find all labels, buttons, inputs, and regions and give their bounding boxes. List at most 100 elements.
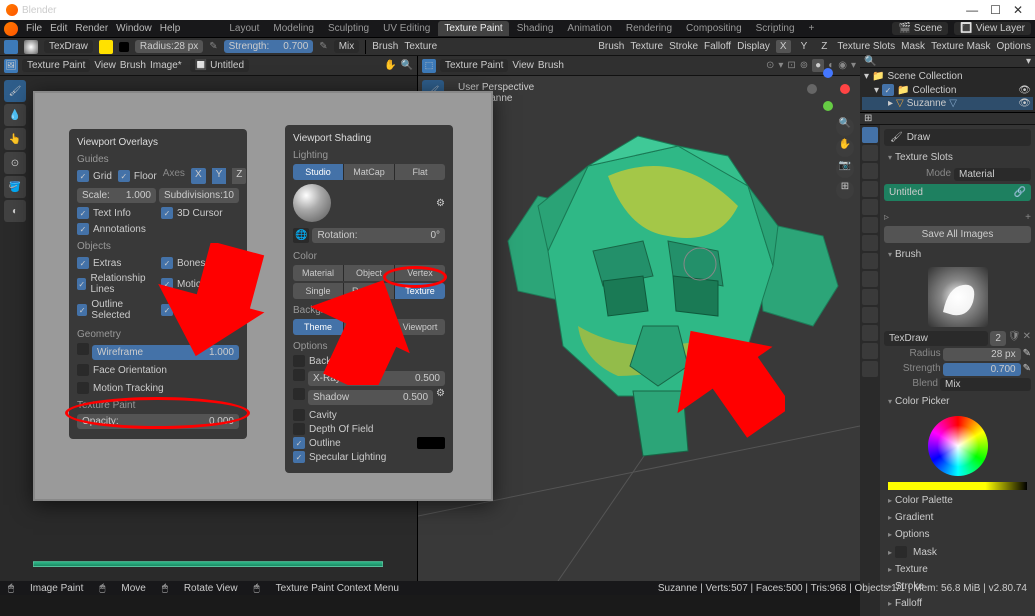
rel-check[interactable]: Relationship Lines (90, 273, 155, 295)
shadow-check[interactable] (293, 388, 305, 400)
scale-field[interactable]: Scale:1.000 (77, 188, 156, 203)
lighting-gear-icon[interactable]: ⚙ (436, 198, 445, 209)
mode-left[interactable]: Texture Paint (22, 59, 90, 72)
outliner-search-icon[interactable]: 🔍 (864, 56, 876, 67)
brush-preview[interactable] (928, 267, 988, 327)
textinfo-check[interactable]: Text Info (93, 208, 131, 219)
strength-val[interactable]: 0.700 (943, 363, 1021, 376)
menu-brush-l[interactable]: Brush (120, 60, 146, 71)
mode-right[interactable]: Texture Paint (440, 59, 508, 72)
outline-color[interactable] (417, 437, 445, 449)
menu-view-r[interactable]: View (512, 60, 534, 71)
menu-render[interactable]: Render (75, 23, 108, 34)
prop-tab-output[interactable] (862, 163, 878, 179)
fake-user-icon[interactable]: 🛡 (1008, 331, 1021, 346)
annot-check[interactable]: Annotations (93, 224, 146, 235)
brush-tool-icon[interactable] (4, 40, 18, 54)
editor-type-image[interactable]: 🖼 (4, 59, 18, 73)
add-slot-icon[interactable]: + (1025, 212, 1031, 223)
tool-clone-l[interactable]: ⊙ (4, 152, 26, 174)
color-palette-panel[interactable]: Color Palette (884, 492, 1031, 509)
prop-tab-constraint[interactable] (862, 307, 878, 323)
cursor3d-check[interactable]: 3D Cursor (177, 208, 223, 219)
prop-tab-particles[interactable] (862, 271, 878, 287)
prop-tab-render[interactable] (862, 145, 878, 161)
menu-display[interactable]: Display (737, 41, 770, 52)
sym-z[interactable]: Z (817, 40, 831, 53)
overlays-dropdown[interactable]: ▾ (778, 60, 783, 71)
tab-uv[interactable]: UV Editing (377, 21, 436, 36)
blend-val[interactable]: Mix (940, 378, 1031, 391)
editor-type-3d[interactable]: ⬚ (422, 59, 436, 73)
menu-falloff[interactable]: Falloff (704, 41, 731, 52)
lighting-matcap[interactable]: MatCap (344, 164, 395, 180)
props-type-icon[interactable]: ⊞ (864, 113, 872, 124)
sym-x[interactable]: X (776, 40, 791, 53)
extras-check[interactable]: Extras (93, 258, 121, 269)
prop-tab-modifiers[interactable] (862, 253, 878, 269)
brush-name[interactable]: TexDraw (44, 40, 93, 53)
prop-tab-object[interactable] (862, 235, 878, 251)
outliner[interactable]: ▾📁Scene Collection ▾✓📁Collection👁 ▸▽Suza… (860, 68, 1035, 113)
dof-check[interactable]: Depth Of Field (309, 424, 373, 435)
menu-texture2[interactable]: Texture (630, 41, 663, 52)
hand-icon[interactable]: ✋ (384, 60, 396, 71)
hue-bar[interactable] (888, 482, 1027, 490)
menu-help[interactable]: Help (160, 23, 181, 34)
xray-check[interactable] (293, 369, 305, 381)
floor-check[interactable]: Floor (134, 171, 157, 182)
options-panel[interactable]: Options (884, 526, 1031, 543)
lighting-studio[interactable]: Studio (293, 164, 344, 180)
color-wheel[interactable] (928, 416, 988, 476)
strength-pen-icon[interactable]: ✎ (1023, 363, 1031, 376)
blend-mode[interactable]: Mix (334, 40, 360, 53)
outline-check[interactable]: Outline Selected (91, 299, 155, 321)
nav-pan-icon[interactable]: ✋ (836, 139, 854, 157)
mask-panel[interactable]: Mask (884, 543, 1031, 561)
gradient-panel[interactable]: Gradient (884, 509, 1031, 526)
menu-texmask[interactable]: Texture Mask (931, 41, 990, 52)
subdiv-field[interactable]: Subdivisions:10 (159, 188, 239, 203)
menu-edit[interactable]: Edit (50, 23, 67, 34)
close-button[interactable]: ✕ (1013, 3, 1023, 17)
matcap-ball[interactable] (293, 184, 331, 222)
axis-z[interactable]: Z (232, 168, 246, 184)
outliner-filter-icon[interactable]: ▾ (1026, 56, 1031, 67)
menu-texture[interactable]: Texture (404, 41, 437, 52)
brush-thumb[interactable] (24, 40, 38, 54)
maximize-button[interactable]: ☐ (990, 3, 1001, 17)
link-icon[interactable]: 🔗 (1014, 187, 1026, 198)
prop-tab-active-tool[interactable] (862, 127, 878, 143)
world-toggle-icon[interactable]: 🌐 (293, 228, 309, 243)
radius-pressure-icon[interactable]: ✎ (209, 41, 217, 52)
prop-tab-scene[interactable] (862, 199, 878, 215)
shading-dropdown[interactable]: ▾ (851, 60, 856, 71)
nav-gizmo[interactable] (805, 66, 850, 111)
color-picker-panel[interactable]: Color Picker (884, 393, 1031, 410)
xray-toggle[interactable]: ⊡ (787, 60, 795, 71)
radius-val[interactable]: 28 px (943, 348, 1021, 361)
tab-rendering[interactable]: Rendering (620, 21, 678, 36)
motiontrk-check[interactable]: Motion Tracking (93, 383, 164, 394)
prop-tab-material[interactable] (862, 343, 878, 359)
shadow-field[interactable]: Shadow0.500 (308, 390, 433, 405)
scene-select[interactable]: 🎬Scene (892, 22, 948, 35)
brush-panel[interactable]: Brush (884, 246, 1031, 263)
mode-select[interactable]: Material (954, 168, 1031, 181)
menu-brush-r[interactable]: Brush (538, 60, 564, 71)
prop-tab-viewlayer[interactable] (862, 181, 878, 197)
falloff-panel[interactable]: Falloff (884, 595, 1031, 612)
tab-compositing[interactable]: Compositing (680, 21, 748, 36)
menu-view-l[interactable]: View (94, 60, 116, 71)
brush-users[interactable]: 2 (990, 331, 1006, 346)
menu-file[interactable]: File (26, 23, 42, 34)
spec-check[interactable]: Specular Lighting (309, 452, 386, 463)
outliner-suzanne[interactable]: Suzanne (907, 98, 946, 109)
prop-tab-texture[interactable] (862, 361, 878, 377)
outliner-collection[interactable]: Collection (912, 85, 956, 96)
lighting-flat[interactable]: Flat (395, 164, 445, 180)
menu-options[interactable]: Options (997, 41, 1031, 52)
save-all-images-button[interactable]: Save All Images (884, 226, 1031, 243)
tab-sculpting[interactable]: Sculpting (322, 21, 375, 36)
menu-brush[interactable]: Brush (372, 41, 398, 52)
